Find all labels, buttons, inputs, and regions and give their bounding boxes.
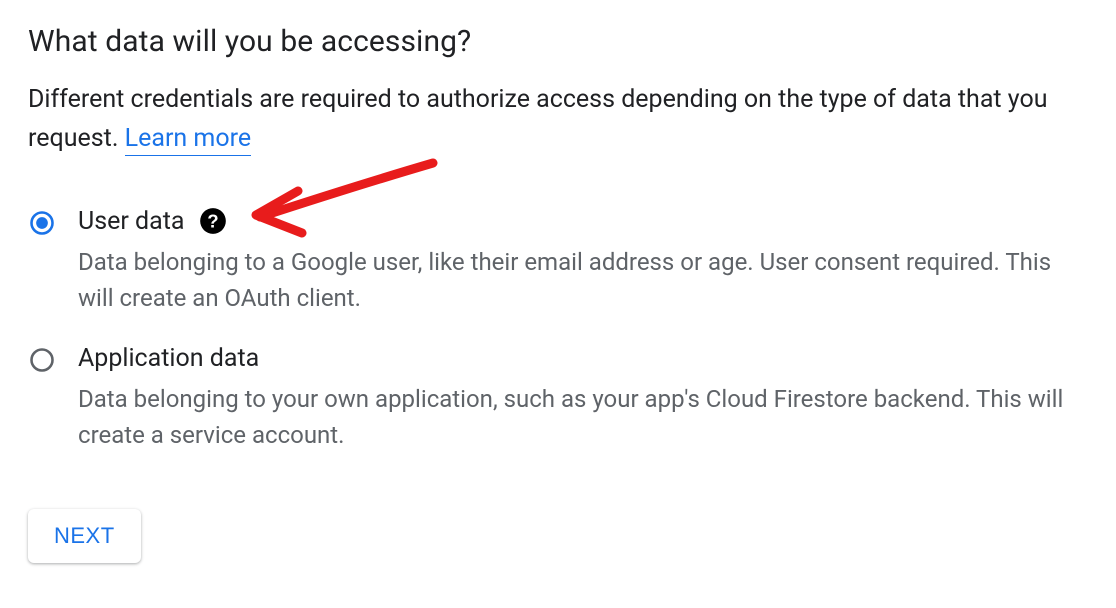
learn-more-link[interactable]: Learn more bbox=[125, 124, 251, 156]
option-title-row: Application data bbox=[78, 344, 1088, 373]
radio-selected-icon[interactable] bbox=[28, 209, 56, 237]
section-heading: What data will you be accessing? bbox=[28, 24, 1088, 59]
section-description: Different credentials are required to au… bbox=[28, 81, 1088, 159]
next-button[interactable]: NEXT bbox=[28, 509, 141, 563]
option-application-data[interactable]: Application data Data belonging to your … bbox=[28, 344, 1088, 453]
option-user-data[interactable]: User data ? Data belonging to a Google u… bbox=[28, 207, 1088, 316]
option-content: Application data Data belonging to your … bbox=[78, 344, 1088, 453]
radio-unselected-icon[interactable] bbox=[28, 346, 56, 374]
option-title: Application data bbox=[78, 344, 259, 373]
option-description: Data belonging to your own application, … bbox=[78, 381, 1088, 453]
help-icon[interactable]: ? bbox=[199, 207, 227, 235]
option-description: Data belonging to a Google user, like th… bbox=[78, 244, 1088, 316]
option-title: User data bbox=[78, 207, 185, 236]
arrow-annotation-icon bbox=[238, 155, 458, 245]
radio-group: User data ? Data belonging to a Google u… bbox=[28, 207, 1088, 453]
svg-text:?: ? bbox=[207, 210, 218, 231]
option-title-row: User data ? bbox=[78, 207, 1088, 236]
option-content: User data ? Data belonging to a Google u… bbox=[78, 207, 1088, 316]
